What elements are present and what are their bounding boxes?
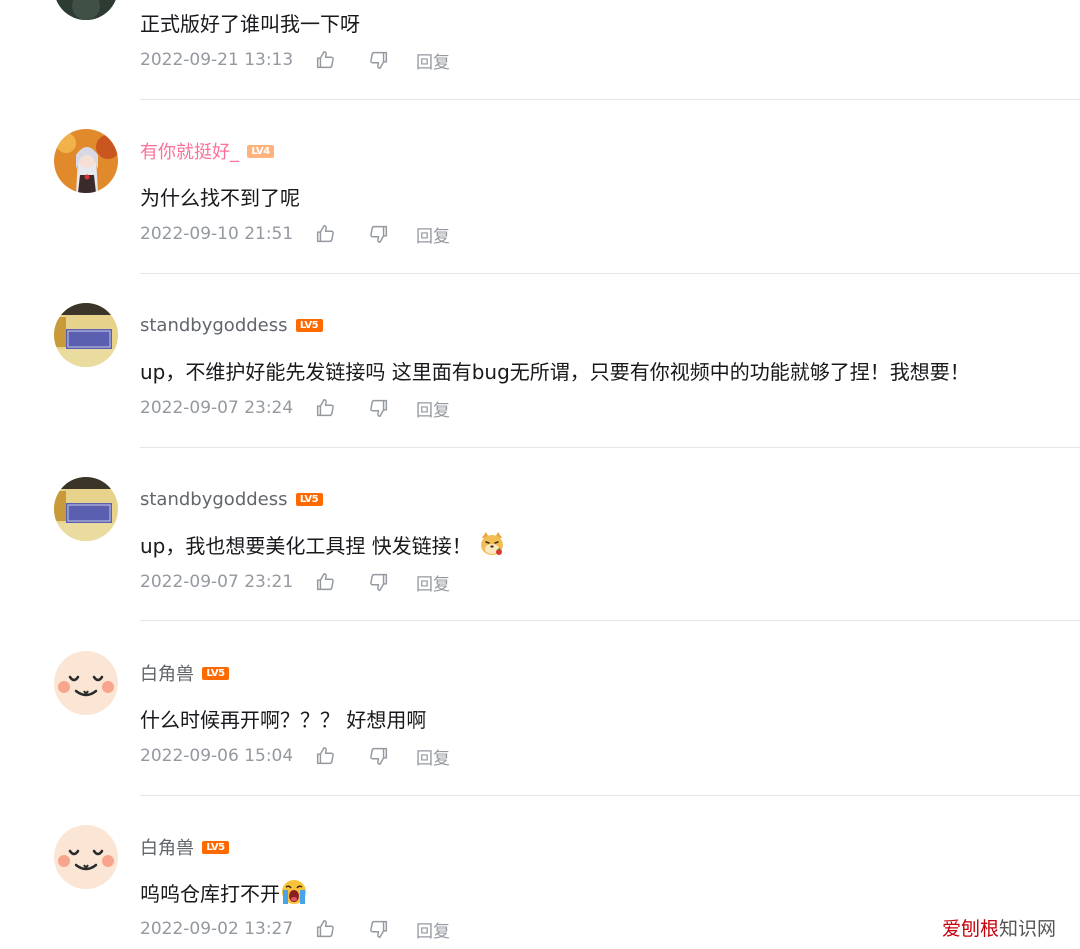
reply-button[interactable]: 回复: [416, 570, 450, 595]
level-badge: LV5: [295, 492, 323, 506]
comment-meta: 2022-09-06 15:04 回复: [140, 744, 450, 769]
comment-meta: 2022-09-21 13:13 回复: [140, 48, 450, 73]
comment-content: 呜呜仓库打不开: [140, 877, 308, 907]
username[interactable]: 白角兽: [140, 660, 194, 686]
comment-content: 为什么找不到了呢: [140, 185, 300, 210]
comment-time: 2022-09-06 15:04: [140, 746, 294, 766]
divider: [140, 99, 1080, 100]
comment-meta: 2022-09-07 23:24 回复: [140, 396, 450, 421]
user-line: standbygoddess LV5: [140, 486, 323, 512]
avatar[interactable]: [54, 0, 118, 20]
reply-button[interactable]: 回复: [416, 222, 450, 247]
thumbs-up-icon[interactable]: [314, 49, 336, 71]
comment-meta: 2022-09-10 21:51 回复: [140, 222, 450, 247]
watermark-brand: 爱刨根: [941, 918, 999, 940]
comment-time: 2022-09-21 13:13: [140, 50, 294, 70]
level-badge: LV4: [247, 144, 274, 158]
comment-time: 2022-09-07 23:24: [140, 398, 294, 418]
avatar[interactable]: [54, 825, 118, 889]
level-badge: LV5: [202, 840, 229, 854]
thumbs-up-icon[interactable]: [314, 397, 336, 419]
thumbs-down-icon[interactable]: [368, 223, 390, 245]
thumbs-down-icon[interactable]: [368, 49, 390, 71]
thumbs-down-icon[interactable]: [368, 397, 390, 419]
level-badge: LV5: [295, 318, 323, 332]
watermark: 爱刨根 知识网: [942, 914, 1056, 941]
avatar[interactable]: [54, 477, 118, 541]
avatar[interactable]: [54, 303, 118, 367]
user-line: 白角兽 LV5: [140, 660, 229, 686]
avatar[interactable]: [54, 651, 118, 715]
user-line: 白角兽 LV5: [140, 834, 229, 860]
comment-content: up，不维护好能先发链接吗 这里面有bug无所谓，只要有你视频中的功能就够了捏！…: [140, 359, 970, 384]
thumbs-up-icon[interactable]: [314, 918, 336, 940]
comment-meta: 2022-09-07 23:21 回复: [140, 570, 450, 595]
comment-time: 2022-09-02 13:27: [140, 919, 294, 939]
comment-content: up，我也想要美化工具捏 快发链接！: [140, 529, 506, 559]
reply-button[interactable]: 回复: [416, 396, 450, 421]
thumbs-up-icon[interactable]: [314, 571, 336, 593]
comment-time: 2022-09-10 21:51: [140, 224, 294, 244]
comment-meta: 2022-09-02 13:27 回复: [140, 917, 450, 942]
user-line: standbygoddess LV5: [140, 312, 323, 338]
divider: [140, 795, 1080, 796]
comment-time: 2022-09-07 23:21: [140, 572, 294, 592]
dog-emoji-icon: [478, 530, 506, 558]
divider: [140, 447, 1080, 448]
reply-button[interactable]: 回复: [416, 744, 450, 769]
username[interactable]: 白角兽: [140, 834, 194, 860]
watermark-suffix: 知识网: [998, 918, 1056, 940]
thumbs-down-icon[interactable]: [368, 571, 390, 593]
avatar[interactable]: [54, 129, 118, 193]
crying-emoji-icon: [280, 878, 308, 906]
thumbs-up-icon[interactable]: [314, 745, 336, 767]
user-line: 有你就挺好_ LV4: [140, 138, 274, 164]
username[interactable]: 有你就挺好_: [140, 138, 239, 164]
comment-content: 正式版好了谁叫我一下呀: [140, 11, 360, 36]
thumbs-down-icon[interactable]: [368, 918, 390, 940]
comment-text: up，我也想要美化工具捏 快发链接！: [140, 533, 472, 558]
thumbs-down-icon[interactable]: [368, 745, 390, 767]
reply-button[interactable]: 回复: [416, 917, 450, 942]
divider: [140, 273, 1080, 274]
reply-button[interactable]: 回复: [416, 48, 450, 73]
comment-text: 呜呜仓库打不开: [140, 881, 280, 906]
divider: [140, 620, 1080, 621]
comment-content: 什么时候再开啊？？？ 好想用啊: [140, 707, 427, 732]
thumbs-up-icon[interactable]: [314, 223, 336, 245]
username[interactable]: standbygoddess: [140, 489, 288, 510]
level-badge: LV5: [202, 666, 229, 680]
username[interactable]: standbygoddess: [140, 315, 288, 336]
